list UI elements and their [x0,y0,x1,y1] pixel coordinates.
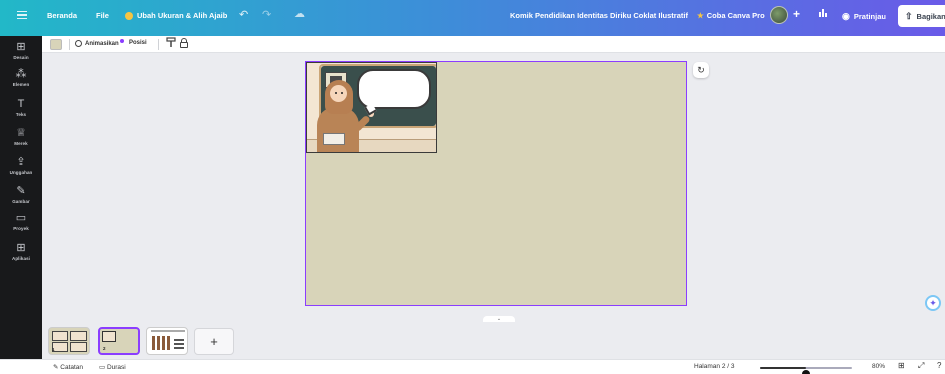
sidebar-item-label: Gambar [12,199,30,204]
add-page-button[interactable]: + [194,328,234,355]
sidebar-item-label: Aplikasi [11,256,31,261]
cloud-save-icon[interactable]: ☁ [294,7,305,20]
brand-icon: ♕ [16,127,26,139]
zoom-slider[interactable] [760,367,852,374]
preview-label: Pratinjau [853,12,886,21]
teacher-face [330,85,347,102]
crown-icon [125,11,133,20]
book [323,133,345,145]
folder-icon: ▭ [15,212,27,224]
refresh-icon[interactable]: ↻ [693,62,709,78]
teacher-eye [335,92,337,94]
top-bar: Beranda File Ubah Ukuran & Alih Ajaib ↶ … [0,0,945,36]
sidebar-item-label: Proyek [13,226,29,231]
grid-view-icon[interactable]: ⊞ [898,361,905,370]
sidebar-item-projects[interactable]: ▭ Proyek [0,212,42,231]
sidebar-item-label: Elemen [12,82,30,87]
redo-icon[interactable]: ↷ [262,8,271,21]
position-button[interactable]: Posisi [129,40,147,46]
try-pro-button[interactable]: ★ Coba Canva Pro [697,11,765,20]
magic-assistant-icon[interactable]: ✦ [925,295,941,311]
shapes-icon: ⁂ [15,68,27,80]
pen-icon: ✎ [16,185,26,197]
menu-icon[interactable] [17,11,27,19]
avatar[interactable] [770,6,788,24]
mini-panel [52,331,68,341]
sidebar-item-elements[interactable]: ⁂ Elemen [0,68,42,87]
zoom-level[interactable]: 80% [872,363,885,370]
share-button[interactable]: ⇧ Bagikan [898,5,945,27]
left-sidebar: ⊞ Desain ⁂ Elemen T Teks ♕ Merek ⇪ Ungga… [0,36,42,374]
preview-button[interactable]: ◉ Pratinjau [842,11,886,22]
sidebar-item-draw[interactable]: ✎ Gambar [0,185,42,204]
zoom-slider-handle[interactable] [802,370,810,374]
background-color-swatch[interactable] [50,39,62,50]
home-button[interactable]: Beranda [47,11,77,20]
resize-label: Ubah Ukuran & Alih Ajaib [137,11,228,20]
timer-icon: ▭ [99,364,107,371]
add-collaborator-icon[interactable]: + [793,7,800,21]
animate-button[interactable]: Animasikan [75,39,124,47]
speech-bubble[interactable] [357,69,431,109]
resize-button[interactable]: Ubah Ukuran & Alih Ajaib [125,11,227,20]
insights-icon[interactable] [818,7,828,20]
teacher-eye [341,92,343,94]
text-icon: T [17,98,25,110]
sidebar-item-apps[interactable]: ⊞ Aplikasi [0,242,42,261]
mini-panel [70,331,87,341]
apps-grid-icon: ⊞ [16,242,26,254]
help-icon[interactable]: ? [937,361,941,370]
mini-icons [174,337,184,349]
share-label: Bagikan [916,11,945,21]
zoom-slider-fill [760,367,806,369]
sidebar-item-text[interactable]: T Teks [0,98,42,117]
notes-label: Catatan [60,364,84,371]
star-icon: ★ [697,11,704,20]
duration-label: Durasi [106,364,126,371]
upload-cloud-icon: ⇪ [16,156,26,168]
sidebar-item-brand[interactable]: ♕ Merek [0,127,42,146]
paint-roller-svg [166,37,176,47]
page-thumbnail-1[interactable]: 1 [48,327,90,355]
sidebar-item-label: Merek [14,141,28,146]
divider [158,39,159,50]
animate-label: Animasikan [85,40,119,47]
animate-icon [75,40,82,47]
comic-illustration[interactable] [306,62,437,153]
pages-strip: 1 2 + [42,322,945,359]
duration-button[interactable]: ▭ Durasi [99,363,126,371]
page-thumbnail-2[interactable]: 2 [98,327,140,355]
mini-people [152,336,172,350]
mini-panel [70,342,87,352]
lock-icon[interactable] [180,38,188,48]
context-toolbar: Animasikan Posisi [42,36,945,53]
notes-button[interactable]: ✎ Catatan [53,363,83,371]
sidebar-item-label: Unggahan [9,170,33,175]
sidebar-item-design[interactable]: ⊞ Desain [0,41,42,60]
upload-icon: ⇧ [905,10,913,21]
page-thumbnail-3[interactable] [146,327,188,355]
fullscreen-icon[interactable]: ⤢ [918,361,924,371]
new-badge-dot [119,39,124,43]
paint-roller-icon[interactable] [166,37,176,51]
undo-icon[interactable]: ↶ [239,8,248,21]
document-title[interactable]: Komik Pendidikan Identitas Diriku Coklat… [510,11,688,20]
bar-chart-icon [819,9,827,17]
page-indicator[interactable]: Halaman 2 / 3 [694,363,734,370]
page-number: 1 [52,347,55,352]
try-pro-label: Coba Canva Pro [706,11,765,20]
mini-title [151,330,185,332]
divider [69,39,70,50]
sidebar-item-uploads[interactable]: ⇪ Unggahan [0,156,42,175]
page-number: 2 [103,346,106,351]
sidebar-item-label: Teks [15,112,27,117]
sidebar-item-label: Desain [13,55,29,60]
mini-panel [102,331,116,342]
status-bar: ✎ Catatan ▭ Durasi Halaman 2 / 3 80% ⊞ ⤢… [0,359,945,374]
layout-icon: ⊞ [16,41,26,53]
eye-icon: ◉ [842,11,850,21]
canva-editor: Beranda File Ubah Ukuran & Alih Ajaib ↶ … [0,0,945,374]
file-menu[interactable]: File [96,11,109,20]
